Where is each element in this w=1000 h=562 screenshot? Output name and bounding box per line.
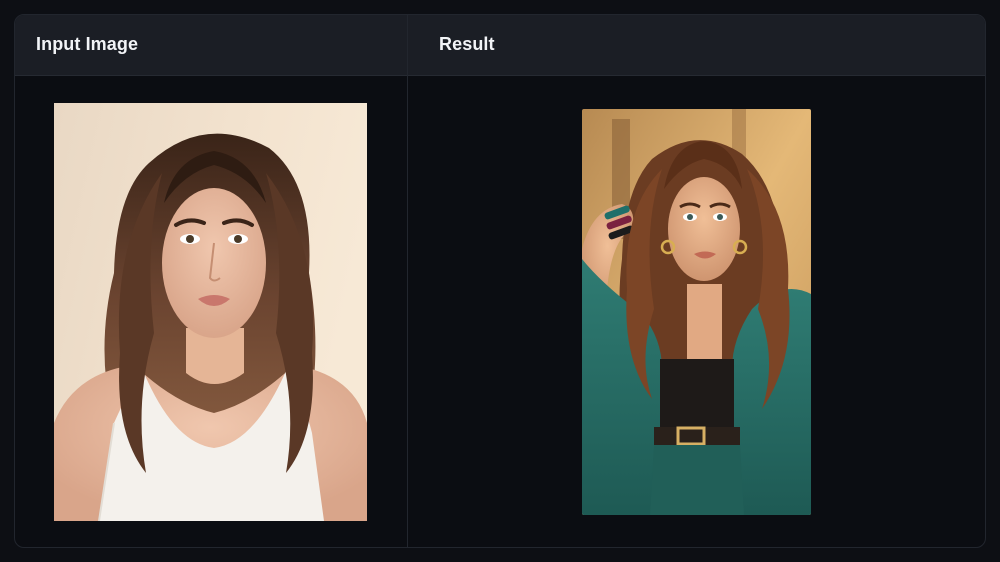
input-image-title: Input Image bbox=[36, 34, 139, 54]
result-image bbox=[582, 109, 811, 515]
panel-header: Input Image Result bbox=[15, 15, 985, 76]
column-divider bbox=[407, 15, 408, 547]
result-title: Result bbox=[439, 34, 495, 54]
input-image bbox=[54, 103, 367, 521]
comparison-panel: Input Image Result bbox=[14, 14, 986, 548]
